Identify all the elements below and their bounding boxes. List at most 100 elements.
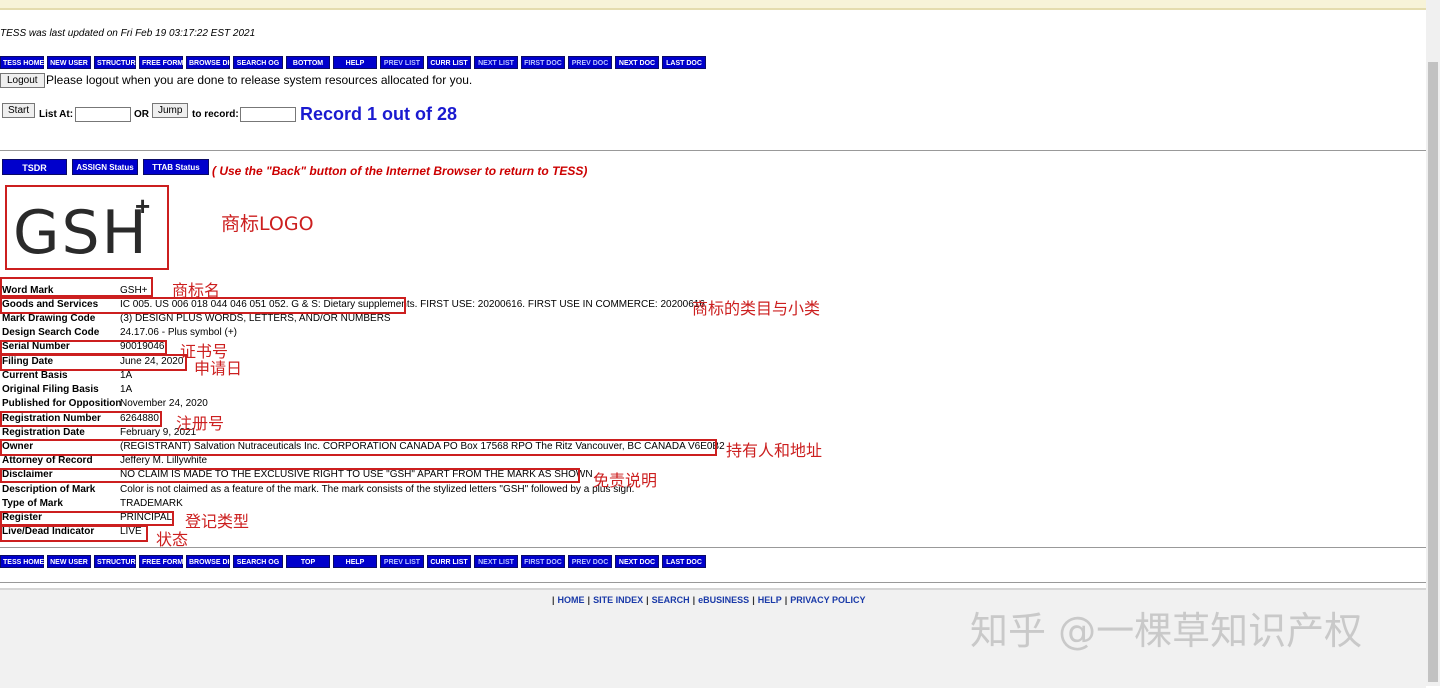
vertical-scrollbar[interactable] <box>1426 0 1440 686</box>
trademark-logo-image: GSH + <box>5 185 169 270</box>
top-nav-search-og-button[interactable]: SEARCH OG <box>233 56 283 69</box>
bottom-nav-free-form-button[interactable]: FREE FORM <box>139 555 183 568</box>
highlight-disclaimer <box>0 468 580 483</box>
annotation-logo: 商标LOGO <box>221 213 314 235</box>
bottom-nav-first-doc-button[interactable]: FIRST DOC <box>521 555 565 568</box>
top-nav-structured-button[interactable]: STRUCTURED <box>94 56 145 69</box>
annotation-registration: 注册号 <box>176 414 225 433</box>
bottom-nav-search-og-button[interactable]: SEARCH OG <box>233 555 283 568</box>
footer-separator: | <box>646 595 649 605</box>
footer-link-privacy-policy[interactable]: PRIVACY POLICY <box>790 595 865 605</box>
field-value: Color is not claimed as a feature of the… <box>120 484 635 495</box>
bottom-nav-new-user-button[interactable]: NEW USER <box>47 555 91 568</box>
bottom-nav-tess-home-button[interactable]: TESS HOME <box>0 555 44 568</box>
divider-top <box>0 150 1426 151</box>
logout-button[interactable]: Logout <box>0 73 45 88</box>
assign-status-button[interactable]: ASSIGN Status <box>72 159 138 175</box>
top-nav-first-doc-button[interactable]: FIRST DOC <box>521 56 565 69</box>
annotation-word-mark: 商标名 <box>172 281 221 300</box>
annotation-register: 登记类型 <box>185 512 250 531</box>
list-at-input[interactable] <box>75 107 131 122</box>
top-nav-prev-list-button[interactable]: PREV LIST <box>380 56 424 69</box>
footer-link-site-index[interactable]: SITE INDEX <box>593 595 643 605</box>
footer-separator: | <box>752 595 755 605</box>
field-label: Mark Drawing Code <box>2 313 96 324</box>
bottom-nav-last-doc-button[interactable]: LAST DOC <box>662 555 706 568</box>
scrollbar-thumb[interactable] <box>1428 62 1438 682</box>
highlight-owner <box>0 439 717 456</box>
field-value: November 24, 2020 <box>120 398 208 409</box>
annotation-filing: 申请日 <box>194 359 243 378</box>
field-label: Registration Date <box>2 427 85 438</box>
top-nav-next-doc-button[interactable]: NEXT DOC <box>615 56 659 69</box>
footer-links: | HOME | SITE INDEX | SEARCH | eBUSINESS | HELP | P… <box>549 595 865 605</box>
annotation-goods: 商标的类目与小类 <box>692 299 821 318</box>
field-label: Description of Mark <box>2 484 96 495</box>
bottom-nav-next-doc-button[interactable]: NEXT DOC <box>615 555 659 568</box>
top-nav-help-button[interactable]: HELP <box>333 56 377 69</box>
highlight-registration <box>0 411 162 427</box>
list-at-label: List At: <box>39 109 74 120</box>
bottom-nav-top-button[interactable]: TOP <box>286 555 330 568</box>
field-value: TRADEMARK <box>120 498 183 509</box>
field-label: Current Basis <box>2 370 68 381</box>
bottom-nav-prev-doc-button[interactable]: PREV DOC <box>568 555 612 568</box>
field-value: (3) DESIGN PLUS WORDS, LETTERS, AND/OR N… <box>120 313 391 324</box>
field-label: Published for Opposition <box>2 398 122 409</box>
top-nav-curr-list-button[interactable]: CURR LIST <box>427 56 471 69</box>
update-notice: TESS was last updated on Fri Feb 19 03:1… <box>0 28 256 39</box>
bottom-nav-structured-button[interactable]: STRUCTURED <box>94 555 145 568</box>
bottom-nav-browse-dict-button[interactable]: BROWSE DICT <box>186 555 239 568</box>
watermark: 知乎 @一棵草知识产权 <box>970 609 1363 653</box>
logo-wordmark: GSH <box>13 198 149 268</box>
field-label: Original Filing Basis <box>2 384 99 395</box>
divider-footer <box>0 582 1426 583</box>
top-nav-browse-dict-button[interactable]: BROWSE DICT <box>186 56 239 69</box>
divider-bottom <box>0 547 1426 548</box>
footer-separator: | <box>692 595 696 605</box>
highlight-word-mark <box>0 277 153 297</box>
bottom-nav-next-list-button[interactable]: NEXT LIST <box>474 555 518 568</box>
footer-separator: | <box>587 595 591 605</box>
top-nav-next-list-button[interactable]: NEXT LIST <box>474 56 518 69</box>
top-nav-bottom-button[interactable]: BOTTOM <box>286 56 330 69</box>
top-nav-new-user-button[interactable]: NEW USER <box>47 56 91 69</box>
annotation-owner: 持有人和地址 <box>726 441 823 460</box>
jump-button[interactable]: Jump <box>152 103 189 118</box>
footer-link-help[interactable]: HELP <box>758 595 782 605</box>
top-banner-strip <box>0 0 1426 10</box>
field-value: 24.17.06 - Plus symbol (+) <box>120 327 237 338</box>
logo-plus-symbol: + <box>135 191 151 221</box>
top-nav-last-doc-button[interactable]: LAST DOC <box>662 56 706 69</box>
highlight-register <box>0 511 174 526</box>
footer-separator: | <box>552 595 555 605</box>
field-label: Type of Mark <box>2 498 63 509</box>
bottom-nav-curr-list-button[interactable]: CURR LIST <box>427 555 471 568</box>
top-nav-prev-doc-button[interactable]: PREV DOC <box>568 56 612 69</box>
footer-link-ebusiness[interactable]: eBUSINESS <box>698 595 749 605</box>
bottom-nav-bar: TESS HOME NEW USER STRUCTURED FREE FORM BROW… <box>0 555 706 569</box>
bottom-nav-prev-list-button[interactable]: PREV LIST <box>380 555 424 568</box>
highlight-serial <box>0 340 167 355</box>
annotation-disclaimer: 免责说明 <box>593 471 658 490</box>
top-nav-bar: TESS HOME NEW USER STRUCTURED FREE FORM BROW… <box>0 56 706 70</box>
bottom-nav-help-button[interactable]: HELP <box>333 555 377 568</box>
record-input[interactable] <box>240 107 296 122</box>
tsdr-button[interactable]: TSDR <box>2 159 67 175</box>
back-note: ( Use the "Back" button of the Internet … <box>212 164 588 178</box>
highlight-live-dead <box>0 525 148 542</box>
start-button[interactable]: Start <box>2 103 36 118</box>
footer-separator: | <box>784 595 788 605</box>
record-status: Record 1 out of 28 <box>300 104 458 124</box>
field-value: 1A <box>120 370 133 381</box>
footer-link-home[interactable]: HOME <box>558 595 585 605</box>
field-value: 1A <box>120 384 133 395</box>
or-label: OR <box>134 109 149 120</box>
field-label: Design Search Code <box>2 327 100 338</box>
footer-link-search[interactable]: SEARCH <box>652 595 690 605</box>
top-nav-tess-home-button[interactable]: TESS HOME <box>0 56 44 69</box>
top-nav-free-form-button[interactable]: FREE FORM <box>139 56 183 69</box>
ttab-status-button[interactable]: TTAB Status <box>143 159 209 175</box>
field-value: Jeffery M. Lillywhite <box>120 455 208 466</box>
logout-message: Please logout when you are done to relea… <box>46 73 473 87</box>
